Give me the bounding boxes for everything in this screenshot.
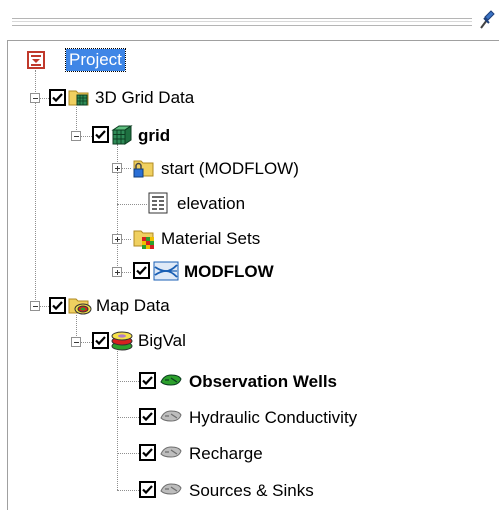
expand-toggle-material-sets[interactable] — [112, 234, 122, 244]
checkbox-map-data[interactable] — [49, 297, 66, 314]
tree-line — [117, 351, 118, 490]
tree-item-grid-data-label[interactable]: 3D Grid Data — [95, 88, 194, 108]
locked-folder-icon — [131, 158, 155, 183]
coverage-icon — [110, 330, 134, 357]
tree-item-sources-sinks-label[interactable]: Sources & Sinks — [189, 481, 314, 501]
checkbox-hydraulic-conductivity[interactable] — [139, 408, 156, 425]
checkbox-recharge[interactable] — [139, 444, 156, 461]
tree-item-elevation-label[interactable]: elevation — [177, 194, 245, 214]
tree-item-project[interactable]: Project — [65, 48, 126, 72]
tree-item-start-label[interactable]: start (MODFLOW) — [161, 159, 299, 179]
project-explorer-tree: Project 3D Grid Data grid start (MODFLOW… — [7, 40, 499, 510]
modflow-icon — [153, 261, 179, 286]
expand-toggle-modflow[interactable] — [112, 267, 122, 277]
expand-toggle-bigval[interactable] — [71, 337, 81, 347]
tree-item-hydraulic-conductivity-label[interactable]: Hydraulic Conductivity — [189, 408, 357, 428]
tree-line — [117, 381, 139, 382]
expand-toggle-grid-data[interactable] — [30, 93, 40, 103]
tree-item-grid-label[interactable]: grid — [138, 126, 170, 146]
project-icon[interactable] — [27, 51, 45, 69]
tree-line — [117, 204, 147, 205]
folder-grid-icon — [68, 87, 90, 112]
inactive-layer-icon — [159, 444, 183, 465]
tree-item-map-data-label[interactable]: Map Data — [96, 296, 170, 316]
expand-toggle-start[interactable] — [112, 163, 122, 173]
tree-item-recharge-label[interactable]: Recharge — [189, 444, 263, 464]
checkbox-modflow[interactable] — [133, 262, 150, 279]
map-folder-icon — [68, 296, 92, 321]
checkbox-grid[interactable] — [92, 126, 109, 143]
tree-line — [117, 453, 139, 454]
tree-line — [117, 417, 139, 418]
tree-item-observation-wells-label[interactable]: Observation Wells — [189, 372, 337, 392]
tree-item-bigval-label[interactable]: BigVal — [138, 331, 186, 351]
inactive-layer-icon — [159, 408, 183, 429]
material-sets-icon — [131, 228, 157, 255]
active-layer-icon — [159, 372, 183, 393]
tree-item-material-sets-label[interactable]: Material Sets — [161, 229, 260, 249]
tree-line — [117, 490, 139, 491]
checkbox-bigval[interactable] — [92, 332, 109, 349]
dataset-icon — [148, 192, 168, 219]
expand-toggle-map-data[interactable] — [30, 301, 40, 311]
checkbox-observation-wells[interactable] — [139, 372, 156, 389]
grid-cube-icon — [111, 124, 133, 151]
checkbox-grid-data[interactable] — [49, 89, 66, 106]
checkbox-sources-sinks[interactable] — [139, 481, 156, 498]
tree-item-modflow-label[interactable]: MODFLOW — [184, 262, 274, 282]
tree-line — [35, 70, 36, 306]
pin-icon[interactable] — [478, 8, 496, 32]
panel-titlebar — [0, 0, 499, 40]
inactive-layer-icon — [159, 481, 183, 502]
titlebar-grip[interactable] — [12, 18, 472, 26]
expand-toggle-grid[interactable] — [71, 131, 81, 141]
